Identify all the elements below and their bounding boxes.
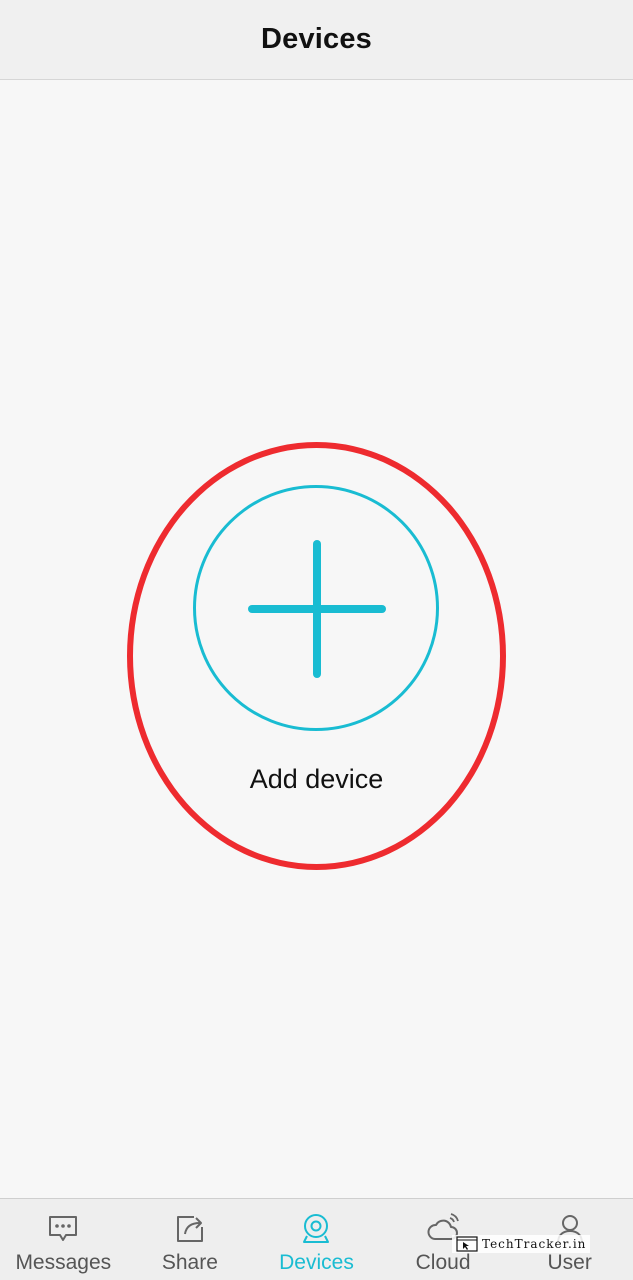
message-icon: [49, 1216, 78, 1241]
tab-messages[interactable]: Messages: [0, 1199, 127, 1280]
plus-icon-vertical: [313, 540, 321, 678]
tab-label: Cloud: [415, 1251, 471, 1274]
add-device-label[interactable]: Add device: [0, 764, 633, 795]
watermark: TechTracker.in: [452, 1235, 591, 1253]
app-header: Devices: [0, 0, 633, 80]
tab-label: User: [547, 1251, 592, 1274]
tab-devices[interactable]: Devices: [253, 1199, 380, 1280]
tab-label: Share: [161, 1251, 218, 1274]
add-device-button[interactable]: [193, 485, 439, 731]
page-title: Devices: [260, 23, 373, 55]
camera-icon: [303, 1214, 330, 1243]
tab-share[interactable]: Share: [127, 1199, 254, 1280]
cursor-window-icon: [456, 1236, 478, 1252]
share-icon: [176, 1216, 203, 1242]
watermark-text: TechTracker.in: [482, 1237, 587, 1251]
tab-label: Messages: [15, 1251, 112, 1274]
devices-screen: Devices Add device Messages Share Device…: [0, 0, 633, 1280]
tab-label: Devices: [279, 1251, 354, 1274]
